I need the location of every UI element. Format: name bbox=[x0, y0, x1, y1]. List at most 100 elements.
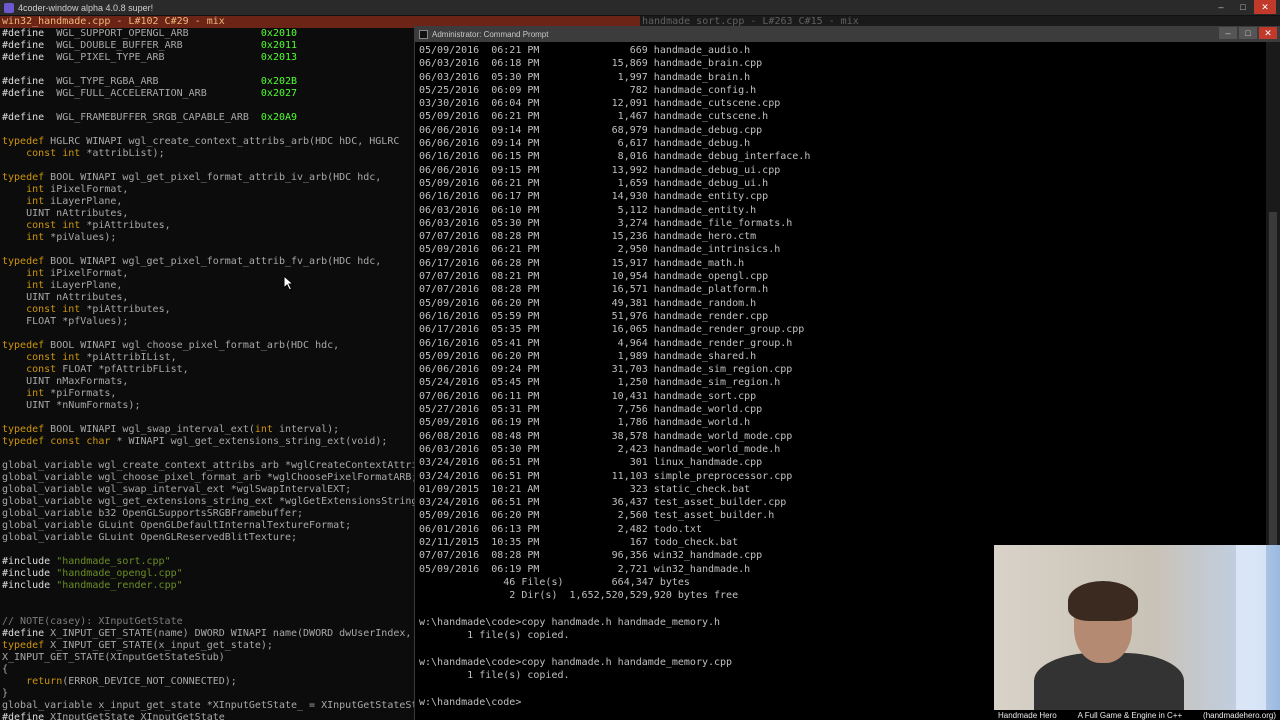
code-line[interactable] bbox=[2, 160, 414, 172]
code-editor-pane[interactable]: #define WGL_SUPPORT_OPENGL_ARB 0x2010 #de… bbox=[0, 28, 414, 720]
code-token: const bbox=[26, 148, 57, 159]
code-token: typedef bbox=[2, 424, 45, 435]
code-line[interactable]: #include "handmade_opengl.cpp" bbox=[2, 568, 414, 580]
code-line[interactable]: const int *piAttributes, bbox=[2, 220, 414, 232]
code-line[interactable]: typedef BOOL WINAPI wgl_choose_pixel_for… bbox=[2, 340, 414, 352]
cmd-window-title: Administrator: Command Prompt bbox=[432, 29, 549, 39]
code-line[interactable]: int *piValues); bbox=[2, 232, 414, 244]
code-line[interactable]: int iPixelFormat, bbox=[2, 268, 414, 280]
code-line[interactable]: UINT *nNumFormats); bbox=[2, 400, 414, 412]
code-line[interactable] bbox=[2, 412, 414, 424]
code-token: #include bbox=[2, 556, 51, 567]
code-line[interactable] bbox=[2, 448, 414, 460]
code-line[interactable]: global_variable wgl_swap_interval_ext *w… bbox=[2, 484, 414, 496]
code-token: int bbox=[26, 268, 45, 279]
code-line[interactable]: global_variable x_input_get_state *XInpu… bbox=[2, 700, 414, 712]
code-token: const bbox=[26, 352, 57, 363]
cmd-line: 05/09/2016 06:21 PM 669 handmade_audio.h bbox=[419, 45, 751, 56]
background-light bbox=[1236, 545, 1266, 710]
code-line[interactable] bbox=[2, 604, 414, 616]
code-line[interactable]: const int *attribList); bbox=[2, 148, 414, 160]
maximize-icon[interactable]: □ bbox=[1232, 0, 1254, 14]
cmd-minimize-icon[interactable]: – bbox=[1219, 27, 1237, 39]
code-line[interactable]: return(ERROR_DEVICE_NOT_CONNECTED); bbox=[2, 676, 414, 688]
cmd-line: 05/09/2016 06:21 PM 1,659 handmade_debug… bbox=[419, 177, 769, 189]
code-token: (ERROR_DEVICE_NOT_CONNECTED); bbox=[62, 676, 237, 687]
code-line[interactable]: typedef const char * WINAPI wgl_get_exte… bbox=[2, 436, 414, 448]
cmd-titlebar: Administrator: Command Prompt – □ ✕ bbox=[415, 26, 1280, 42]
code-line[interactable]: UINT nAttributes, bbox=[2, 208, 414, 220]
code-line[interactable]: typedef HGLRC WINAPI wgl_create_context_… bbox=[2, 136, 414, 148]
code-line[interactable]: const int *piAttributes, bbox=[2, 304, 414, 316]
code-line[interactable]: #define WGL_PIXEL_TYPE_ARB 0x2013 bbox=[2, 52, 414, 64]
code-line[interactable]: FLOAT *pfValues); bbox=[2, 316, 414, 328]
code-line[interactable]: #define WGL_FULL_ACCELERATION_ARB 0x2027 bbox=[2, 88, 414, 100]
code-line[interactable]: #define WGL_SUPPORT_OPENGL_ARB 0x2010 bbox=[2, 28, 414, 40]
code-token: #define bbox=[2, 712, 45, 720]
code-line[interactable]: #define XInputGetState XInputGetState_ bbox=[2, 712, 414, 720]
code-line[interactable]: #include "handmade_render.cpp" bbox=[2, 580, 414, 592]
caption-url: (handmadehero.org) bbox=[1203, 710, 1276, 720]
code-line[interactable]: typedef BOOL WINAPI wgl_get_pixel_format… bbox=[2, 256, 414, 268]
code-line[interactable]: #define X_INPUT_GET_STATE(name) DWORD WI… bbox=[2, 628, 414, 640]
code-token: "handmade_opengl.cpp" bbox=[56, 568, 183, 579]
code-token: *piAttributes, bbox=[80, 220, 171, 231]
code-token: UINT nAttributes, bbox=[2, 208, 129, 219]
code-line[interactable]: UINT nMaxFormats, bbox=[2, 376, 414, 388]
code-line[interactable]: const int *piAttribIList, bbox=[2, 352, 414, 364]
code-token: BOOL WINAPI wgl_swap_interval_ext( bbox=[44, 424, 255, 435]
code-line[interactable]: X_INPUT_GET_STATE(XInputGetStateStub) bbox=[2, 652, 414, 664]
code-line[interactable]: global_variable GLuint OpenGLReservedBli… bbox=[2, 532, 414, 544]
code-line[interactable] bbox=[2, 244, 414, 256]
code-line[interactable]: global_variable wgl_create_context_attri… bbox=[2, 460, 414, 472]
code-line[interactable]: global_variable GLuint OpenGLDefaultInte… bbox=[2, 520, 414, 532]
cmd-line: 07/07/2016 08:21 PM 10,954 handmade_open… bbox=[419, 271, 769, 283]
code-line[interactable] bbox=[2, 328, 414, 340]
code-line[interactable]: { bbox=[2, 664, 414, 676]
cmd-line: 06/03/2016 06:10 PM 5,112 handmade_entit… bbox=[419, 204, 757, 216]
code-token: int bbox=[26, 388, 45, 399]
code-line[interactable] bbox=[2, 124, 414, 136]
code-line[interactable]: #define WGL_FRAMEBUFFER_SRGB_CAPABLE_ARB… bbox=[2, 112, 414, 124]
code-token: typedef bbox=[2, 136, 45, 147]
code-token: *piAttribIList, bbox=[80, 352, 177, 363]
code-line[interactable] bbox=[2, 592, 414, 604]
code-token: #define bbox=[2, 28, 45, 39]
cmd-line: 05/27/2016 05:31 PM 7,756 handmade_world… bbox=[419, 404, 763, 416]
code-line[interactable]: int iLayerPlane, bbox=[2, 280, 414, 292]
cmd-close-icon[interactable]: ✕ bbox=[1259, 27, 1277, 39]
code-token: XInputGetState XInputGetState_ bbox=[44, 712, 231, 720]
cmd-line: 03/24/2016 06:51 PM 11,103 simple_prepro… bbox=[419, 470, 793, 482]
code-line[interactable]: // NOTE(casey): XInputGetState bbox=[2, 616, 414, 628]
code-line[interactable]: int iLayerPlane, bbox=[2, 196, 414, 208]
code-line[interactable]: global_variable wgl_get_extensions_strin… bbox=[2, 496, 414, 508]
code-line[interactable]: } bbox=[2, 688, 414, 700]
code-line[interactable] bbox=[2, 64, 414, 76]
code-token: typedef bbox=[2, 340, 45, 351]
code-line[interactable]: int iPixelFormat, bbox=[2, 184, 414, 196]
code-line[interactable]: typedef BOOL WINAPI wgl_swap_interval_ex… bbox=[2, 424, 414, 436]
code-line[interactable]: int *piFormats, bbox=[2, 388, 414, 400]
code-line[interactable]: global_variable b32 OpenGLSupportsSRGBFr… bbox=[2, 508, 414, 520]
code-text[interactable]: #define WGL_SUPPORT_OPENGL_ARB 0x2010 #de… bbox=[0, 28, 414, 720]
code-line[interactable]: #include "handmade_sort.cpp" bbox=[2, 556, 414, 568]
code-line[interactable] bbox=[2, 100, 414, 112]
code-line[interactable]: typedef BOOL WINAPI wgl_get_pixel_format… bbox=[2, 172, 414, 184]
cmd-line: 05/09/2016 06:19 PM 1,786 handmade_world… bbox=[419, 417, 751, 429]
code-line[interactable]: #define WGL_DOUBLE_BUFFER_ARB 0x2011 bbox=[2, 40, 414, 52]
code-line[interactable]: const FLOAT *pfAttribFList, bbox=[2, 364, 414, 376]
code-line[interactable]: typedef X_INPUT_GET_STATE(x_input_get_st… bbox=[2, 640, 414, 652]
minimize-icon[interactable]: – bbox=[1210, 0, 1232, 14]
code-token: int bbox=[62, 304, 81, 315]
code-line[interactable] bbox=[2, 544, 414, 556]
cmd-line: 06/03/2016 05:30 PM 3,274 handmade_file_… bbox=[419, 217, 793, 229]
code-token: WGL_FRAMEBUFFER_SRGB_CAPABLE_ARB bbox=[44, 112, 261, 123]
code-line[interactable]: #define WGL_TYPE_RGBA_ARB 0x202B bbox=[2, 76, 414, 88]
cmd-maximize-icon[interactable]: □ bbox=[1239, 27, 1257, 39]
close-icon[interactable]: ✕ bbox=[1254, 0, 1276, 14]
code-line[interactable]: UINT nAttributes, bbox=[2, 292, 414, 304]
code-line[interactable]: global_variable wgl_choose_pixel_format_… bbox=[2, 472, 414, 484]
code-token: #define bbox=[2, 112, 45, 123]
code-token: iLayerPlane, bbox=[44, 280, 123, 291]
